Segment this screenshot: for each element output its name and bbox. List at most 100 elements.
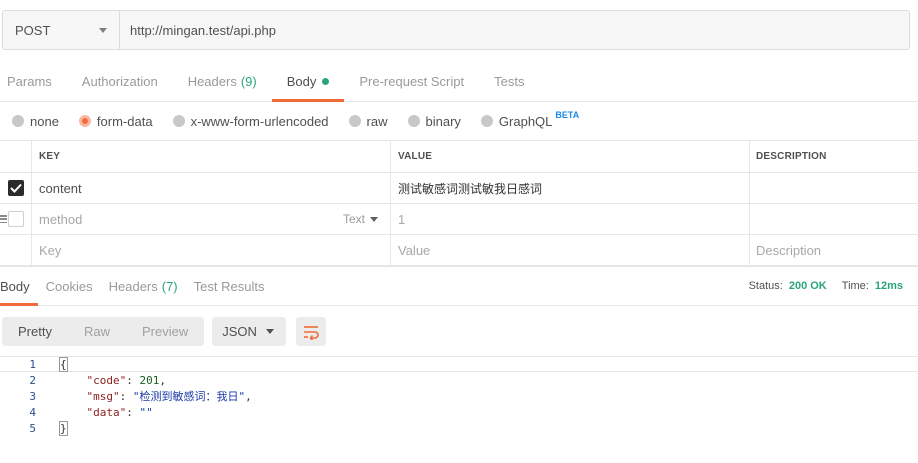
row-enabled-checkbox[interactable] [7, 180, 24, 196]
open-brace: { [59, 356, 68, 372]
key-type-select[interactable]: Text [343, 212, 378, 226]
tab-authorization[interactable]: Authorization [67, 62, 173, 101]
body-modified-dot-icon [322, 78, 330, 85]
radio-label: x-www-form-urlencoded [190, 113, 329, 129]
table-header-row: KEY VALUE DESCRIPTION [0, 141, 918, 173]
row-check-cell [0, 204, 32, 234]
description-cell[interactable] [750, 173, 918, 203]
description-cell[interactable] [750, 204, 918, 234]
key-cell[interactable]: method Text [32, 204, 391, 234]
radio-label: raw [366, 113, 388, 129]
tab-label: Authorization [81, 74, 158, 89]
time-value[interactable]: 12ms [875, 280, 903, 292]
line-number: 5 [29, 421, 36, 435]
drag-handle-icon[interactable] [0, 215, 7, 223]
code-line: 5 } [0, 420, 918, 436]
beta-badge: BETA [555, 110, 580, 120]
radio-form-data[interactable]: form-data [78, 113, 153, 129]
tab-params[interactable]: Params [0, 62, 67, 101]
key-text: content [39, 180, 82, 196]
radio-icon [480, 115, 493, 127]
form-data-table: KEY VALUE DESCRIPTION content 测试敏感词测试敏我日… [0, 140, 918, 266]
line-number: 1 [29, 357, 36, 371]
radio-icon [407, 115, 420, 127]
radio-icon [172, 115, 185, 127]
view-pretty-button[interactable]: Pretty [2, 317, 68, 346]
header-description: DESCRIPTION [750, 141, 918, 172]
key-cell[interactable]: content [32, 173, 391, 203]
view-raw-button[interactable]: Raw [68, 317, 126, 346]
url-bar: POST http://mingan.test/api.php [2, 10, 910, 50]
radio-checked-icon [78, 115, 91, 127]
json-key: "msg" [86, 390, 120, 403]
table-row: method Text 1 [0, 204, 918, 235]
code-line: 3 "msg": "检测到敏感词：我日", [0, 388, 918, 404]
tab-label: Headers [108, 278, 158, 294]
tab-headers[interactable]: Headers (9) [173, 62, 272, 101]
tab-label: Test Results [193, 278, 265, 294]
row-enabled-checkbox[interactable] [7, 211, 24, 227]
value-cell[interactable]: 测试敏感词测试敏我日感词 [391, 173, 750, 203]
line-number: 3 [29, 389, 36, 403]
url-input[interactable]: http://mingan.test/api.php [120, 11, 909, 49]
format-label: JSON [222, 324, 257, 339]
value-cell[interactable]: 1 [391, 204, 750, 234]
header-key: KEY [32, 141, 391, 172]
tab-pre-request-script[interactable]: Pre-request Script [344, 62, 479, 101]
response-meta: Status: 200 OK Time: 12ms [749, 267, 918, 305]
status-label: Status: [748, 280, 783, 292]
radio-label: GraphQL [498, 113, 553, 129]
tab-label: Tests [494, 74, 525, 89]
method-select[interactable]: POST [3, 11, 120, 49]
tab-label: Cookies [45, 278, 93, 294]
headers-count: (7) [161, 278, 178, 294]
radio-binary[interactable]: binary [407, 113, 461, 129]
view-preview-button[interactable]: Preview [126, 317, 204, 346]
headers-count: (9) [240, 74, 257, 89]
tab-tests[interactable]: Tests [479, 62, 539, 101]
code-line: 4 "data": "" [0, 404, 918, 420]
time-label: Time: [841, 280, 869, 292]
json-value: "检测到敏感词：我日" [132, 390, 246, 403]
value-cell[interactable]: Value [391, 235, 750, 265]
response-tab-test-results[interactable]: Test Results [186, 267, 273, 305]
checkmark-icon [9, 183, 22, 193]
radio-graphql[interactable]: GraphQL BETA [480, 110, 579, 129]
radio-label: none [30, 113, 59, 129]
response-tab-cookies[interactable]: Cookies [38, 267, 101, 305]
response-tab-headers[interactable]: Headers (7) [101, 267, 186, 305]
value-text: 测试敏感词测试敏我日感词 [398, 181, 543, 196]
json-key: "data" [86, 405, 127, 419]
description-cell[interactable]: Description [750, 235, 918, 265]
radio-x-www-form-urlencoded[interactable]: x-www-form-urlencoded [172, 113, 329, 129]
tab-label: Body [286, 74, 317, 89]
json-value: "" [139, 405, 153, 419]
table-row: content 测试敏感词测试敏我日感词 [0, 173, 918, 204]
column-header: VALUE [398, 151, 433, 162]
chevron-down-icon [99, 27, 107, 33]
key-cell[interactable]: Key [32, 235, 391, 265]
response-tab-body[interactable]: Body [0, 267, 38, 306]
tab-body[interactable]: Body [271, 62, 345, 102]
radio-label: binary [425, 113, 461, 129]
response-toolbar: Pretty Raw Preview JSON [2, 317, 327, 346]
chevron-down-icon [266, 329, 275, 334]
key-placeholder: Key [39, 242, 62, 258]
code-line: 1 { [0, 356, 918, 372]
status-value[interactable]: 200 OK [789, 280, 827, 292]
radio-none[interactable]: none [12, 114, 59, 129]
radio-raw[interactable]: raw [348, 113, 388, 129]
key-type-label: Text [342, 212, 365, 226]
wrap-lines-button[interactable] [296, 317, 327, 346]
line-number: 4 [29, 405, 36, 419]
radio-label: form-data [96, 113, 153, 129]
row-check-cell [0, 235, 32, 265]
format-select[interactable]: JSON [212, 317, 287, 346]
response-code-view[interactable]: 1 { 2 "code": 201, 3 "msg": "检测到敏感词：我日",… [0, 356, 918, 446]
tab-label: Pre-request Script [359, 74, 465, 89]
code-line: 2 "code": 201, [0, 372, 918, 388]
key-text: method [39, 211, 83, 227]
tab-label: Body [0, 278, 30, 294]
request-tabs: Params Authorization Headers (9) Body Pre… [0, 62, 918, 102]
method-label: POST [15, 22, 51, 38]
